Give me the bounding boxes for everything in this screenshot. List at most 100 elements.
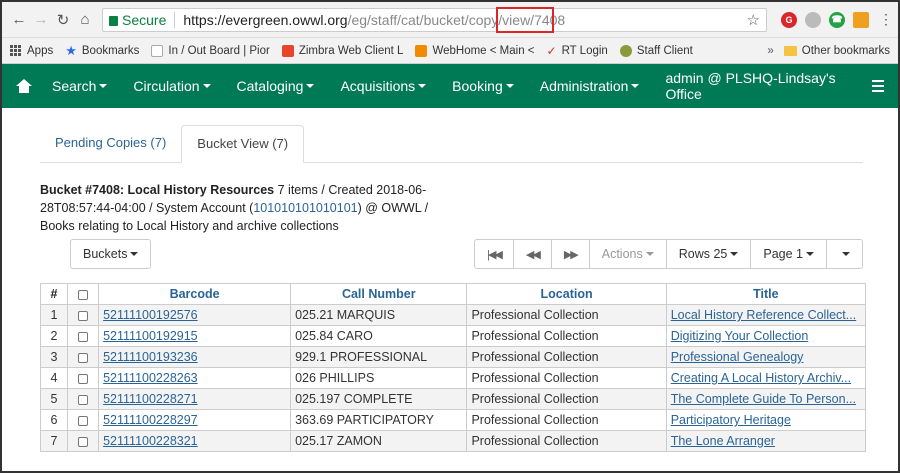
first-page-button[interactable]: |◀◀: [474, 239, 514, 269]
table-row[interactable]: 3 52111100193236 929.1 PROFESSIONAL Profess…: [40, 346, 867, 368]
location-cell: Professional Collection: [466, 409, 667, 431]
nav-circulation[interactable]: Circulation: [133, 78, 211, 94]
barcode-cell: 52111100193236: [98, 346, 292, 368]
table-row[interactable]: 6 52111100228297 363.69 PARTICIPATORY Profe…: [40, 409, 867, 431]
title-link[interactable]: The Lone Arranger: [671, 434, 775, 448]
secure-label: Secure: [122, 11, 167, 28]
circle-extension-icon[interactable]: [805, 11, 821, 28]
row-checkbox[interactable]: [78, 310, 89, 321]
barcode-link[interactable]: 52111100228321: [103, 434, 198, 448]
bookmark-star-icon[interactable]: ☆: [747, 11, 760, 29]
nav-booking[interactable]: Booking: [452, 78, 514, 94]
tab-bucket-view[interactable]: Bucket View (7): [181, 125, 305, 163]
row-select[interactable]: [66, 388, 100, 410]
row-select[interactable]: [66, 346, 100, 368]
google-plus-extension-icon[interactable]: G: [781, 11, 797, 28]
barcode-link[interactable]: 52111100193236: [103, 350, 198, 364]
tab-pending-copies[interactable]: Pending Copies (7): [40, 125, 181, 162]
row-checkbox[interactable]: [78, 436, 89, 447]
buckets-button[interactable]: Buckets: [70, 239, 152, 269]
row-number: 5: [40, 388, 68, 410]
title-link[interactable]: Participatory Heritage: [671, 413, 791, 427]
next-page-button[interactable]: ▶▶: [550, 239, 590, 269]
caret-down-icon: [505, 84, 514, 88]
barcode-link[interactable]: 52111100192576: [103, 308, 198, 322]
nav-administration[interactable]: Administration: [540, 78, 640, 94]
nav-user[interactable]: admin @ PLSHQ-Lindsay's Office: [665, 70, 849, 102]
page-button[interactable]: Page 1: [750, 239, 827, 269]
row-select[interactable]: [66, 430, 100, 452]
row-checkbox[interactable]: [78, 394, 89, 405]
row-select[interactable]: [66, 325, 100, 347]
table-row[interactable]: 2 52111100192915 025.84 CARO Professional C…: [40, 325, 867, 347]
row-checkbox[interactable]: [78, 331, 89, 342]
title-cell: Digitizing Your Collection: [665, 325, 867, 347]
actions-button[interactable]: Actions: [588, 239, 667, 269]
row-checkbox[interactable]: [78, 415, 89, 426]
column-options-button[interactable]: [826, 239, 863, 269]
table-row[interactable]: 7 52111100228321 025.17 ZAMON Professional …: [40, 430, 867, 452]
bookmark-staff-client[interactable]: Staff Client: [619, 44, 693, 57]
nav-acquisitions[interactable]: Acquisitions: [340, 78, 427, 94]
secure-indicator[interactable]: Secure: [109, 11, 176, 28]
header-select-all[interactable]: [66, 283, 100, 305]
home-icon[interactable]: [16, 79, 32, 93]
title-cell: The Lone Arranger: [665, 430, 867, 452]
header-call-number[interactable]: Call Number: [290, 283, 468, 305]
row-select[interactable]: [66, 304, 100, 326]
title-link[interactable]: Creating A Local History Archiv...: [671, 371, 851, 385]
header-barcode[interactable]: Barcode: [98, 283, 292, 305]
first-page-icon: |◀◀: [487, 248, 503, 261]
address-bar[interactable]: Secure https://evergreen.owwl.org/eg/sta…: [102, 6, 767, 33]
browser-menu-icon[interactable]: ⋮: [879, 11, 893, 28]
forward-icon[interactable]: →: [30, 9, 52, 31]
nav-search[interactable]: Search: [52, 78, 108, 94]
nav-cataloging[interactable]: Cataloging: [237, 78, 315, 94]
table-row[interactable]: 4 52111100228263 026 PHILLIPS Professional …: [40, 367, 867, 389]
title-link[interactable]: Digitizing Your Collection: [671, 329, 809, 343]
header-title[interactable]: Title: [665, 283, 867, 305]
account-link[interactable]: 101010101010101: [253, 201, 357, 215]
barcode-cell: 52111100192576: [98, 304, 292, 326]
bookmark-apps[interactable]: Apps: [10, 44, 53, 57]
barcode-link[interactable]: 52111100192915: [103, 329, 198, 343]
barcode-link[interactable]: 52111100228271: [103, 392, 198, 406]
bookmark-webhome[interactable]: WebHome < Main <: [415, 44, 535, 57]
folder-icon: [783, 45, 797, 56]
rows-button[interactable]: Rows 25: [665, 239, 752, 269]
title-link[interactable]: Local History Reference Collect...: [671, 308, 857, 322]
location-cell: Professional Collection: [466, 388, 667, 410]
barcode-link[interactable]: 52111100228263: [103, 371, 198, 385]
back-icon[interactable]: ←: [8, 9, 30, 31]
table-row[interactable]: 1 52111100192576 025.21 MARQUIS Professiona…: [40, 304, 867, 326]
extension-icon[interactable]: [853, 11, 869, 28]
row-select[interactable]: [66, 409, 100, 431]
location-cell: Professional Collection: [466, 325, 667, 347]
whatsapp-extension-icon[interactable]: ☎: [829, 11, 845, 28]
title-link[interactable]: The Complete Guide To Person...: [671, 392, 856, 406]
barcode-link[interactable]: 52111100228297: [103, 413, 198, 427]
select-all-checkbox[interactable]: [78, 289, 89, 300]
barcode-cell: 52111100192915: [98, 325, 292, 347]
caret-down-icon: [645, 252, 654, 256]
bookmarks-overflow-button[interactable]: »: [767, 45, 773, 57]
home-page-icon[interactable]: ⌂: [74, 9, 96, 31]
row-checkbox[interactable]: [78, 352, 89, 363]
location-cell: Professional Collection: [466, 367, 667, 389]
row-select[interactable]: [66, 367, 100, 389]
row-checkbox[interactable]: [78, 373, 89, 384]
bookmark-rt-login[interactable]: ✓ RT Login: [547, 44, 608, 58]
bookmark-bookmarks[interactable]: ★ Bookmarks: [65, 43, 139, 59]
title-link[interactable]: Professional Genealogy: [671, 350, 804, 364]
table-row[interactable]: 5 52111100228271 025.197 COMPLETE Professio…: [40, 388, 867, 410]
header-location[interactable]: Location: [466, 283, 667, 305]
rt-icon: ✓: [546, 43, 557, 58]
row-number: 7: [40, 430, 68, 452]
bookmark-zimbra[interactable]: Zimbra Web Client L: [281, 44, 403, 57]
bookmark-in-out-board[interactable]: In / Out Board | Pior: [151, 44, 270, 57]
other-bookmarks[interactable]: Other bookmarks: [783, 45, 890, 57]
call-number-cell: 025.84 CARO: [290, 325, 468, 347]
previous-page-button[interactable]: ◀◀: [512, 239, 552, 269]
reload-icon[interactable]: ↻: [52, 9, 74, 31]
list-menu-icon[interactable]: [871, 80, 884, 92]
